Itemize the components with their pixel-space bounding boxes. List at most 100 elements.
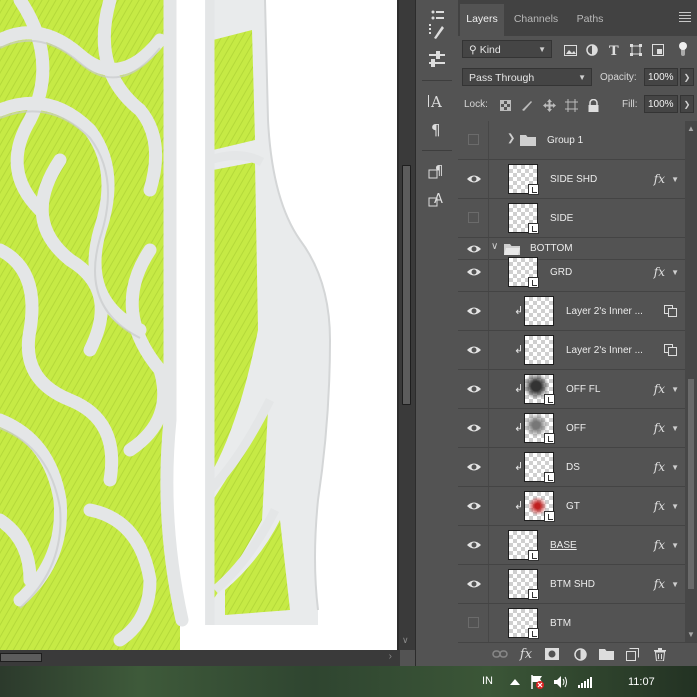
layer-row-side[interactable]: SIDE bbox=[458, 199, 685, 238]
filter-adjustment-icon[interactable] bbox=[584, 42, 600, 58]
fx-icon[interactable]: fx bbox=[654, 253, 665, 292]
visibility-toggle-off[interactable] bbox=[468, 212, 479, 223]
fx-icon[interactable]: fx bbox=[654, 565, 665, 604]
lock-position-move-icon[interactable] bbox=[542, 98, 556, 112]
blend-opacity-row: Pass Through ▼ Opacity: 100% ❯ bbox=[462, 68, 695, 88]
layer-row-btm-shd[interactable]: BTM SHD fx ▼ bbox=[458, 565, 685, 604]
filter-pixel-icon[interactable] bbox=[562, 42, 578, 58]
eye-icon[interactable] bbox=[466, 538, 482, 552]
chevron-down-icon[interactable]: ▼ bbox=[671, 409, 679, 448]
eye-icon[interactable] bbox=[466, 382, 482, 396]
show-hidden-icons-chevron-up-icon[interactable] bbox=[508, 675, 522, 689]
layer-row-group-1[interactable]: ❯ Group 1 bbox=[458, 121, 685, 160]
lock-transparency-icon[interactable] bbox=[498, 98, 512, 112]
chevron-down-icon[interactable]: ▼ bbox=[671, 526, 679, 565]
filter-shape-icon[interactable] bbox=[628, 42, 644, 58]
taskbar-clock[interactable]: 11:07 bbox=[628, 676, 655, 688]
chevron-down-icon[interactable]: ▼ bbox=[671, 487, 679, 526]
network-signal-icon[interactable] bbox=[578, 675, 592, 689]
layer-row-inner-2[interactable]: ↲ Layer 2's Inner ... bbox=[458, 331, 685, 370]
paragraph-styles-icon[interactable]: ¶ bbox=[424, 160, 450, 182]
layer-row-side-shd[interactable]: SIDE SHD fx ▼ bbox=[458, 160, 685, 199]
visibility-toggle-off[interactable] bbox=[468, 617, 479, 628]
scroll-thumb[interactable] bbox=[402, 165, 411, 405]
filter-smart-object-icon[interactable] bbox=[650, 42, 666, 58]
layer-row-grd[interactable]: GRD fx ▼ bbox=[458, 253, 685, 292]
layer-row-base[interactable]: BASE fx ▼ bbox=[458, 526, 685, 565]
eye-icon[interactable] bbox=[466, 499, 482, 513]
eye-icon[interactable] bbox=[466, 421, 482, 435]
chevron-down-icon[interactable]: ∨ bbox=[491, 241, 498, 252]
eye-icon[interactable] bbox=[466, 460, 482, 474]
scroll-down-arrow-icon[interactable]: ∨ bbox=[402, 635, 409, 646]
eye-icon[interactable] bbox=[466, 343, 482, 357]
scroll-right-arrow-icon[interactable]: › bbox=[389, 651, 392, 662]
eye-icon[interactable] bbox=[466, 304, 482, 318]
delete-layer-trash-icon[interactable] bbox=[652, 646, 668, 662]
canvas-vertical-scrollbar[interactable]: ∨ bbox=[399, 0, 415, 650]
fill-slider-arrow-icon[interactable]: ❯ bbox=[680, 95, 694, 113]
lock-artboard-icon[interactable] bbox=[564, 98, 578, 112]
tab-layers[interactable]: Layers bbox=[460, 4, 504, 36]
shoe-sole-artwork bbox=[0, 0, 332, 650]
layer-name: GT bbox=[566, 501, 580, 512]
adjustments-sliders-icon[interactable] bbox=[424, 48, 450, 70]
fx-icon[interactable]: fx bbox=[654, 487, 665, 526]
chevron-down-icon[interactable]: ▼ bbox=[671, 565, 679, 604]
layer-row-gt[interactable]: ↲ GT fx ▼ bbox=[458, 487, 685, 526]
eye-icon[interactable] bbox=[466, 265, 482, 279]
volume-speaker-icon[interactable] bbox=[554, 675, 568, 689]
new-adjustment-layer-icon[interactable] bbox=[572, 646, 588, 662]
fx-icon[interactable]: fx bbox=[654, 448, 665, 487]
filter-kind-dropdown[interactable]: ⚲ Kind ▼ bbox=[462, 40, 552, 58]
brush-settings-icon[interactable] bbox=[424, 20, 450, 42]
layer-row-btm[interactable]: BTM bbox=[458, 604, 685, 642]
canvas-horizontal-scrollbar[interactable]: › bbox=[0, 650, 400, 666]
fx-icon[interactable]: fx bbox=[654, 370, 665, 409]
filter-toggle-icon[interactable] bbox=[674, 42, 692, 58]
layer-row-off-fl[interactable]: ↲ OFF FL fx ▼ bbox=[458, 370, 685, 409]
add-layer-style-fx-icon[interactable]: fx bbox=[518, 646, 534, 662]
scroll-thumb[interactable] bbox=[688, 379, 694, 589]
paragraph-panel-icon[interactable]: ¶ bbox=[424, 118, 450, 140]
fx-icon[interactable]: fx bbox=[654, 526, 665, 565]
layer-row-off[interactable]: ↲ OFF fx ▼ bbox=[458, 409, 685, 448]
chevron-down-icon[interactable]: ▼ bbox=[671, 448, 679, 487]
scroll-thumb[interactable] bbox=[0, 653, 42, 662]
layer-row-ds[interactable]: ↲ DS fx ▼ bbox=[458, 448, 685, 487]
panel-menu-icon[interactable] bbox=[679, 12, 691, 22]
visibility-toggle-off[interactable] bbox=[468, 134, 479, 145]
character-panel-icon[interactable]: A bbox=[424, 90, 450, 112]
new-group-folder-icon[interactable] bbox=[598, 646, 614, 662]
add-mask-icon[interactable] bbox=[544, 646, 560, 662]
smart-object-badge-icon bbox=[528, 184, 539, 195]
blend-mode-dropdown[interactable]: Pass Through ▼ bbox=[462, 68, 592, 86]
new-layer-icon[interactable] bbox=[624, 646, 640, 662]
chevron-down-icon[interactable]: ▼ bbox=[671, 160, 679, 199]
scroll-up-arrow-icon[interactable]: ▲ bbox=[687, 124, 695, 133]
lock-pixels-brush-icon[interactable] bbox=[520, 98, 534, 112]
fx-icon[interactable]: fx bbox=[654, 160, 665, 199]
fill-field[interactable]: 100% bbox=[644, 95, 678, 113]
eye-icon[interactable] bbox=[466, 577, 482, 591]
fx-icon[interactable]: fx bbox=[654, 409, 665, 448]
opacity-field[interactable]: 100% bbox=[644, 68, 678, 86]
layers-scrollbar[interactable]: ▲ ▼ bbox=[685, 121, 697, 642]
link-layers-icon[interactable] bbox=[492, 646, 508, 662]
filter-type-icon[interactable]: T bbox=[606, 42, 622, 58]
action-center-flag-icon[interactable] bbox=[530, 675, 544, 689]
scroll-down-arrow-icon[interactable]: ▼ bbox=[687, 630, 695, 639]
chevron-right-icon[interactable]: ❯ bbox=[507, 133, 515, 144]
tab-paths[interactable]: Paths bbox=[568, 4, 612, 36]
document-canvas[interactable] bbox=[0, 0, 400, 650]
chevron-down-icon[interactable]: ▼ bbox=[671, 370, 679, 409]
character-styles-icon[interactable]: A bbox=[424, 188, 450, 210]
eye-icon[interactable] bbox=[466, 172, 482, 186]
chevron-down-icon[interactable]: ▼ bbox=[671, 253, 679, 292]
layer-row-inner-1[interactable]: ↲ Layer 2's Inner ... bbox=[458, 292, 685, 331]
lock-all-icon[interactable] bbox=[586, 98, 600, 112]
layers-list[interactable]: ❯ Group 1 SIDE SHD fx ▼ SIDE ∨ BOTTOM GR… bbox=[458, 121, 685, 642]
tab-channels[interactable]: Channels bbox=[508, 4, 564, 36]
input-language-indicator[interactable]: IN bbox=[482, 675, 493, 687]
opacity-slider-arrow-icon[interactable]: ❯ bbox=[680, 68, 694, 86]
